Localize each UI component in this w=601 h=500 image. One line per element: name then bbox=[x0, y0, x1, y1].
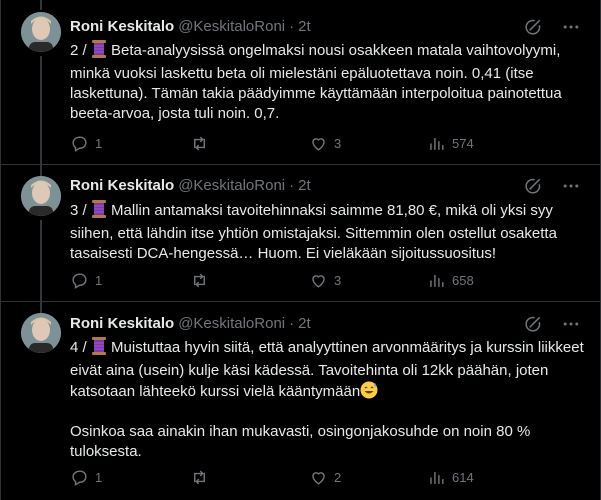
tweet-text: 4 / Muistuttaa hyvin siitä, että analyyt… bbox=[70, 337, 585, 462]
heart-icon bbox=[309, 468, 328, 487]
tweet[interactable]: Roni Keskitalo @KeskitaloRoni · 2t 2 / B… bbox=[1, 0, 601, 165]
like-count: 2 bbox=[334, 469, 342, 485]
like-count: 3 bbox=[334, 135, 342, 151]
more-dots-icon[interactable] bbox=[561, 17, 581, 37]
tweet-actions: 1 2 614 bbox=[70, 467, 490, 487]
separator-dot: · bbox=[289, 177, 295, 194]
author-handle[interactable]: @KeskitaloRoni bbox=[178, 17, 285, 37]
views-bar-chart-icon bbox=[427, 271, 446, 290]
separator-dot: · bbox=[289, 18, 295, 35]
author-name[interactable]: Roni Keskitalo bbox=[70, 17, 174, 37]
author-handle[interactable]: @KeskitaloRoni bbox=[178, 314, 285, 334]
tweet-paragraph: Beta-analyysissä ongelmaksi nousi osakke… bbox=[70, 42, 562, 122]
like-button[interactable]: 3 bbox=[309, 134, 341, 153]
reply-icon bbox=[70, 468, 89, 487]
thread-connector-line bbox=[40, 0, 42, 10]
like-button[interactable]: 3 bbox=[309, 271, 341, 290]
heart-icon bbox=[309, 134, 328, 153]
reply-count: 1 bbox=[95, 272, 103, 288]
grinning-face-with-sweat-emoji bbox=[360, 381, 378, 399]
retweet-icon bbox=[190, 134, 209, 153]
tweet-paragraph: Osinkoa saa ainakin ihan mukavasti, osin… bbox=[70, 423, 531, 460]
view-count: 574 bbox=[452, 135, 474, 151]
avatar[interactable] bbox=[21, 313, 61, 353]
tweet-actions: 1 3 658 bbox=[70, 270, 490, 290]
reply-count: 1 bbox=[95, 469, 103, 485]
more-dots-icon[interactable] bbox=[561, 314, 581, 334]
reply-button[interactable]: 1 bbox=[70, 134, 102, 153]
retweet-button[interactable] bbox=[190, 134, 215, 153]
like-count: 3 bbox=[334, 272, 342, 288]
heart-icon bbox=[309, 271, 328, 290]
thread-feed: Roni Keskitalo @KeskitaloRoni · 2t 2 / B… bbox=[0, 0, 601, 500]
tweet-actions: 1 3 574 bbox=[70, 133, 490, 153]
thread-connector-line bbox=[40, 165, 42, 176]
tweet-text: 2 / Beta-analyysissä ongelmaksi nousi os… bbox=[70, 40, 585, 124]
spool-of-thread-emoji bbox=[91, 337, 107, 361]
author-name[interactable]: Roni Keskitalo bbox=[70, 314, 174, 334]
reply-button[interactable]: 1 bbox=[70, 468, 102, 487]
thread-number: 3 / bbox=[70, 202, 87, 219]
views-button[interactable]: 658 bbox=[427, 271, 474, 290]
thread-number: 2 / bbox=[70, 42, 87, 59]
avatar[interactable] bbox=[21, 12, 61, 52]
views-bar-chart-icon bbox=[427, 468, 446, 487]
tweet-text: 3 / Mallin antamaksi tavoitehinnaksi sai… bbox=[70, 200, 585, 264]
timestamp[interactable]: 2t bbox=[298, 314, 311, 334]
grok-icon[interactable] bbox=[523, 176, 543, 196]
view-count: 658 bbox=[452, 272, 474, 288]
retweet-button[interactable] bbox=[190, 271, 215, 290]
spool-of-thread-emoji bbox=[91, 40, 107, 64]
reply-icon bbox=[70, 134, 89, 153]
author-handle[interactable]: @KeskitaloRoni bbox=[178, 176, 285, 196]
tweet-header: Roni Keskitalo @KeskitaloRoni · 2t bbox=[70, 314, 581, 334]
retweet-icon bbox=[190, 468, 209, 487]
tweet-header: Roni Keskitalo @KeskitaloRoni · 2t bbox=[70, 176, 581, 196]
view-count: 614 bbox=[452, 469, 474, 485]
like-button[interactable]: 2 bbox=[309, 468, 341, 487]
tweet-paragraph: Muistuttaa hyvin siitä, että analyyttine… bbox=[70, 339, 584, 400]
reply-button[interactable]: 1 bbox=[70, 271, 102, 290]
grok-icon[interactable] bbox=[523, 17, 543, 37]
more-dots-icon[interactable] bbox=[561, 176, 581, 196]
tweet-paragraph: Mallin antamaksi tavoitehinnaksi saimme … bbox=[70, 202, 557, 262]
thread-number: 4 / bbox=[70, 339, 87, 356]
spool-of-thread-emoji bbox=[91, 200, 107, 224]
avatar[interactable] bbox=[21, 176, 61, 216]
author-name[interactable]: Roni Keskitalo bbox=[70, 176, 174, 196]
retweet-icon bbox=[190, 271, 209, 290]
grok-icon[interactable] bbox=[523, 314, 543, 334]
tweet-header: Roni Keskitalo @KeskitaloRoni · 2t bbox=[70, 17, 581, 37]
timestamp[interactable]: 2t bbox=[298, 17, 311, 37]
reply-icon bbox=[70, 271, 89, 290]
tweet[interactable]: Roni Keskitalo @KeskitaloRoni · 2t 4 / M… bbox=[1, 302, 601, 500]
views-bar-chart-icon bbox=[427, 134, 446, 153]
thread-connector-line bbox=[40, 302, 42, 313]
thread-connector-line bbox=[40, 220, 42, 302]
separator-dot: · bbox=[289, 315, 295, 332]
retweet-button[interactable] bbox=[190, 468, 215, 487]
views-button[interactable]: 574 bbox=[427, 134, 474, 153]
views-button[interactable]: 614 bbox=[427, 468, 474, 487]
thread-connector-line bbox=[40, 56, 42, 165]
tweet[interactable]: Roni Keskitalo @KeskitaloRoni · 2t 3 / M… bbox=[1, 165, 601, 302]
reply-count: 1 bbox=[95, 135, 103, 151]
timestamp[interactable]: 2t bbox=[298, 176, 311, 196]
